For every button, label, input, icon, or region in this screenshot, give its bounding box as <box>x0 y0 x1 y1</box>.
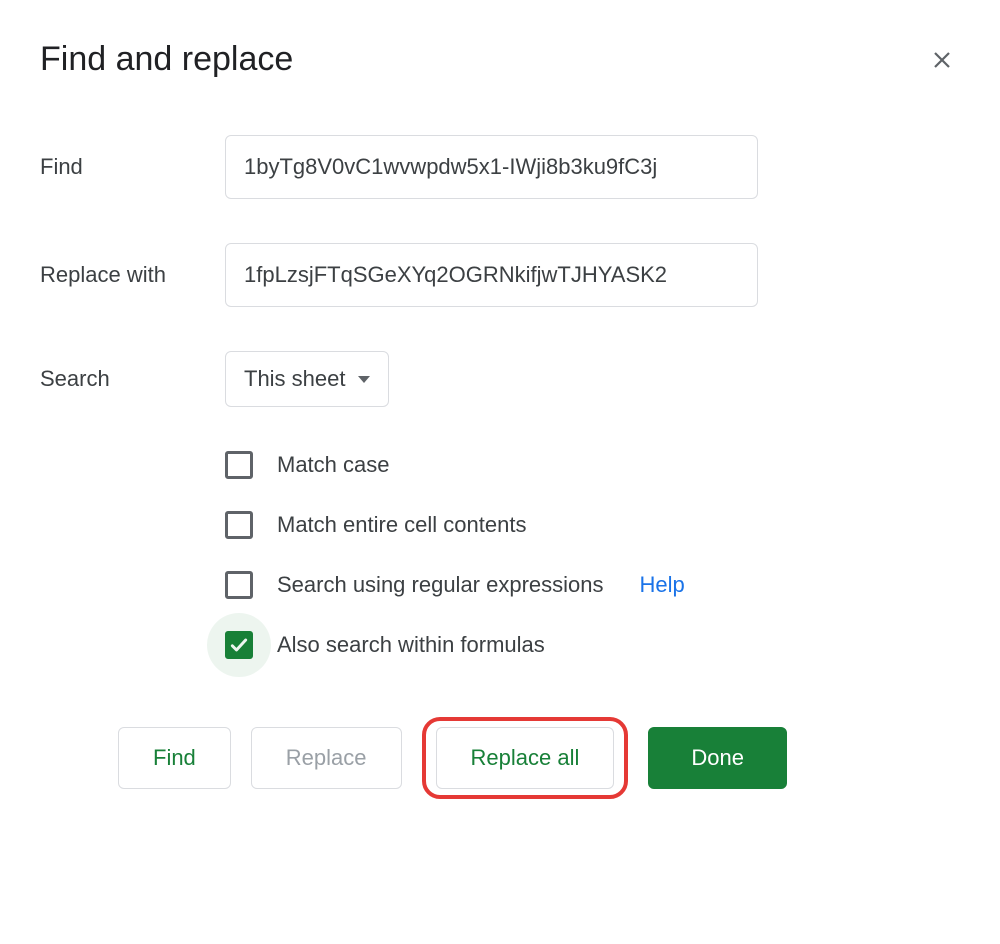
search-scope-dropdown[interactable]: This sheet <box>225 351 389 407</box>
replace-all-button[interactable]: Replace all <box>436 727 615 789</box>
replace-all-highlight: Replace all <box>422 717 629 799</box>
regex-help-link[interactable]: Help <box>640 572 685 598</box>
check-icon <box>229 635 249 655</box>
dialog-title: Find and replace <box>40 40 293 79</box>
match-entire-label: Match entire cell contents <box>277 512 526 538</box>
find-button[interactable]: Find <box>118 727 231 789</box>
close-icon <box>930 48 954 72</box>
find-label: Find <box>40 154 225 180</box>
formulas-label: Also search within formulas <box>277 632 545 658</box>
match-entire-checkbox[interactable] <box>225 511 253 539</box>
find-input[interactable] <box>225 135 758 199</box>
regex-checkbox[interactable] <box>225 571 253 599</box>
replace-button[interactable]: Replace <box>251 727 402 789</box>
replace-input[interactable] <box>225 243 758 307</box>
done-button[interactable]: Done <box>648 727 787 789</box>
replace-with-label: Replace with <box>40 262 225 288</box>
search-label: Search <box>40 366 225 392</box>
chevron-down-icon <box>358 376 370 383</box>
match-case-label: Match case <box>277 452 390 478</box>
close-button[interactable] <box>924 42 960 78</box>
regex-label: Search using regular expressions <box>277 572 604 598</box>
match-case-checkbox[interactable] <box>225 451 253 479</box>
search-scope-value: This sheet <box>244 366 346 392</box>
formulas-checkbox[interactable] <box>225 631 253 659</box>
